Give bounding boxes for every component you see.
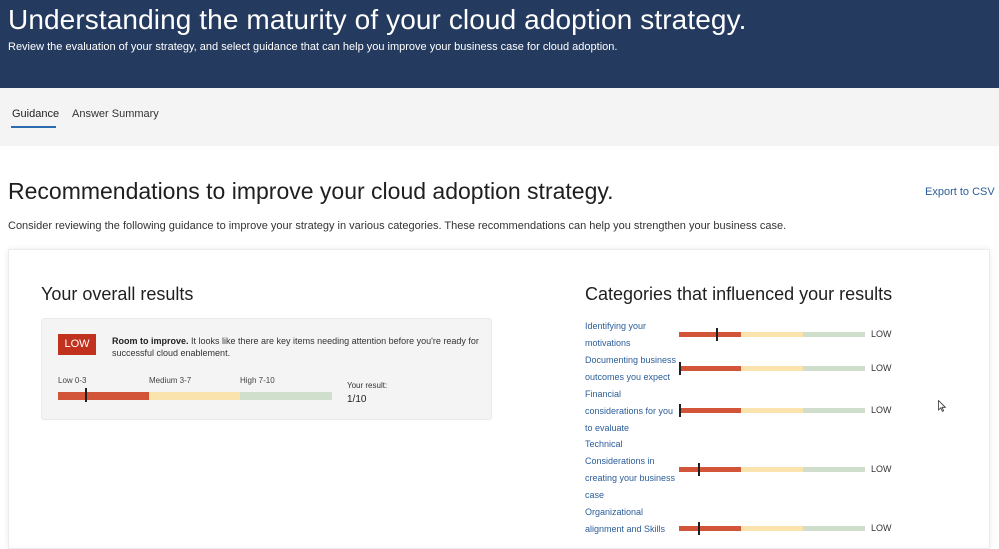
category-score-bar: [679, 328, 865, 341]
category-name[interactable]: Organizational alignment and Skills: [585, 504, 679, 538]
score-marker: [85, 388, 88, 402]
scale-label-medium: Medium 3-7: [149, 376, 192, 385]
category-level: LOW: [871, 329, 892, 339]
category-bar-medium-segment: [740, 408, 803, 413]
your-result-value: 1/10: [347, 394, 367, 405]
category-bar-high-segment: [802, 332, 865, 337]
category-bar-medium-segment: [740, 526, 803, 531]
scale-label-high: High 7-10: [240, 376, 275, 385]
category-score-bar: [679, 362, 865, 375]
category-bar-medium-segment: [740, 467, 803, 472]
category-name[interactable]: Identifying your motivations: [585, 318, 679, 352]
mouse-pointer-icon: [938, 400, 946, 412]
score-bar-low-segment: [58, 392, 150, 400]
overall-results-box: LOW Room to improve. It looks like there…: [41, 318, 492, 420]
category-score-marker: [716, 328, 719, 341]
category-score-bar: [679, 404, 865, 417]
result-level-badge: LOW: [58, 334, 96, 355]
page-header: Understanding the maturity of your cloud…: [0, 0, 999, 88]
recommendations-title: Recommendations to improve your cloud ad…: [8, 178, 614, 204]
category-name[interactable]: Financial considerations for you to eval…: [585, 386, 679, 437]
category-level: LOW: [871, 464, 892, 474]
category-level: LOW: [871, 363, 892, 373]
category-bar-high-segment: [802, 366, 865, 371]
category-score-marker: [679, 404, 681, 417]
your-result-label: Your result:: [347, 381, 388, 390]
scale-label-low: Low 0-3: [58, 376, 87, 385]
category-bar-low-segment: [679, 408, 741, 413]
category-bar-low-segment: [679, 366, 741, 371]
page-title: Understanding the maturity of your cloud…: [8, 4, 747, 35]
tab-answer-summary[interactable]: Answer Summary: [72, 108, 159, 120]
category-name[interactable]: Documenting business outcomes you expect: [585, 352, 679, 386]
category-level: LOW: [871, 405, 892, 415]
category-bar-high-segment: [802, 526, 865, 531]
category-bar-medium-segment: [740, 366, 803, 371]
export-csv-link[interactable]: Export to CSV: [925, 186, 995, 198]
category-score-marker: [679, 362, 681, 375]
result-message: Room to improve. It looks like there are…: [112, 335, 482, 359]
results-card: Your overall results LOW Room to improve…: [8, 249, 990, 549]
category-score-bar: [679, 522, 865, 535]
category-bar-high-segment: [802, 467, 865, 472]
recommendations-description: Consider reviewing the following guidanc…: [8, 220, 787, 232]
category-score-marker: [697, 463, 700, 476]
overall-score-bar: [58, 388, 332, 402]
categories-title: Categories that influenced your results: [585, 284, 893, 304]
score-bar-medium-segment: [149, 392, 241, 400]
active-tab-indicator: [11, 126, 56, 128]
category-bar-low-segment: [679, 332, 741, 337]
category-bar-medium-segment: [740, 332, 803, 337]
overall-results-title: Your overall results: [41, 284, 194, 304]
result-headline: Room to improve.: [112, 336, 189, 346]
category-name[interactable]: Technical Considerations in creating you…: [585, 436, 679, 504]
tab-guidance[interactable]: Guidance: [12, 108, 59, 120]
page-subtitle: Review the evaluation of your strategy, …: [8, 41, 618, 53]
category-bar-high-segment: [802, 408, 865, 413]
tab-bar: Guidance Answer Summary: [0, 88, 999, 146]
category-bar-low-segment: [679, 467, 741, 472]
category-score-marker: [697, 522, 700, 535]
score-bar-high-segment: [240, 392, 332, 400]
category-level: LOW: [871, 523, 892, 533]
category-score-bar: [679, 463, 865, 476]
category-bar-low-segment: [679, 526, 741, 531]
